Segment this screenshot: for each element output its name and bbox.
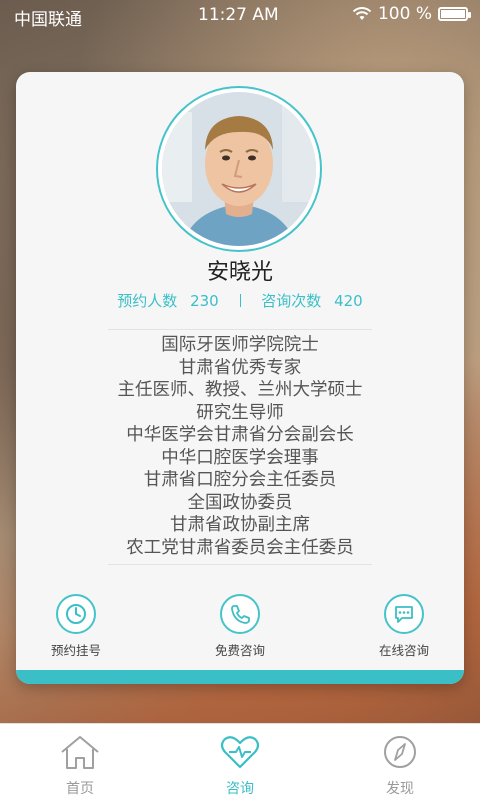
title-line: 主任医师、教授、兰州大学硕士	[117, 380, 363, 400]
tab-home-label: 首页	[66, 781, 94, 797]
battery-icon	[438, 7, 471, 21]
status-bar: 中国联通 11:27 AM 100 %	[0, 0, 480, 32]
tab-bar: 首页 咨询 发现	[0, 723, 480, 800]
chat-icon	[384, 594, 424, 634]
book-appointment-label: 预约挂号	[50, 643, 101, 658]
title-line: 中华医学会甘肃省分会副会长	[126, 425, 354, 445]
divider-top	[108, 329, 372, 330]
title-line: 全国政协委员	[187, 492, 293, 513]
doctor-avatar	[162, 92, 316, 246]
battery-level	[441, 10, 465, 18]
online-consult-label: 在线咨询	[378, 643, 429, 658]
doctor-titles: 国际牙医师学院院士 甘肃省优秀专家 主任医师、教授、兰州大学硕士 研究生导师 中…	[16, 334, 464, 559]
free-consult-button[interactable]: 免费咨询	[180, 594, 300, 659]
title-line: 国际牙医师学院院士	[161, 335, 319, 355]
tab-consult[interactable]: 咨询	[180, 734, 300, 798]
appointment-count-label: 预约人数	[117, 292, 178, 310]
heart-icon	[220, 736, 260, 769]
tab-discover[interactable]: 发现	[340, 734, 460, 798]
doctor-stats: 预约人数 230 咨询次数 420	[16, 290, 464, 311]
clock-icon	[56, 594, 96, 634]
stats-divider	[239, 294, 241, 307]
card-accent-bar	[16, 670, 464, 684]
consult-count-label: 咨询次数	[261, 292, 322, 310]
consult-count: 420	[334, 292, 363, 310]
doctor-card: 安晓光 预约人数 230 咨询次数 420 国际牙医师学院院士 甘肃省优秀专家 …	[16, 72, 464, 684]
clock: 11:27 AM	[198, 5, 279, 25]
home-icon	[61, 736, 99, 769]
title-line: 甘肃省政协副主席	[170, 515, 310, 535]
wifi-icon	[352, 7, 372, 20]
phone-icon	[220, 594, 260, 634]
tab-home[interactable]: 首页	[20, 734, 140, 798]
title-line: 甘肃省优秀专家	[178, 357, 302, 378]
status-right: 100 %	[352, 4, 471, 24]
doctor-name: 安晓光	[206, 260, 273, 285]
battery-percent: 100 %	[377, 4, 432, 24]
tab-discover-label: 发现	[386, 781, 414, 797]
title-line: 甘肃省口腔分会主任委员	[143, 470, 337, 490]
appointment-count: 230	[190, 292, 219, 310]
divider-bottom	[108, 564, 372, 565]
title-line: 中华口腔医学会理事	[161, 447, 319, 468]
free-consult-label: 免费咨询	[214, 643, 265, 658]
avatar-frame	[156, 86, 322, 252]
tab-consult-label: 咨询	[226, 781, 254, 797]
compass-icon	[384, 736, 416, 768]
title-line: 农工党甘肃省委员会主任委员	[126, 537, 354, 558]
title-line: 研究生导师	[196, 402, 284, 423]
online-consult-button[interactable]: 在线咨询	[344, 594, 464, 659]
carrier-label: 中国联通	[14, 10, 82, 30]
book-appointment-button[interactable]: 预约挂号	[16, 594, 136, 659]
